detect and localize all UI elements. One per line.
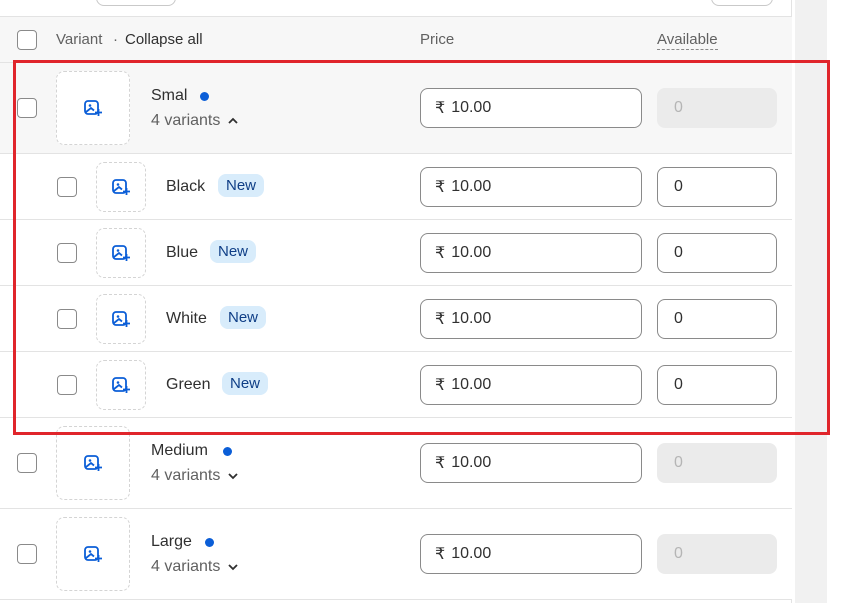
add-image-button[interactable]	[56, 426, 130, 500]
variant-child-row[interactable]: White New ₹ 10.00 0	[0, 286, 792, 352]
collapse-all-button[interactable]: Collapse all	[125, 31, 203, 48]
available-value: 0	[674, 310, 683, 327]
add-image-icon	[112, 179, 130, 195]
currency-symbol: ₹	[435, 100, 446, 117]
price-column-header: Price	[420, 31, 455, 48]
variants-card: Variant · Collapse all Price Available S…	[0, 0, 792, 603]
price-value: 10.00	[451, 454, 492, 471]
row-checkbox[interactable]	[57, 177, 77, 197]
add-image-icon	[84, 546, 102, 562]
status-dot	[223, 447, 232, 456]
add-image-icon	[112, 377, 130, 393]
add-image-button[interactable]	[96, 294, 146, 344]
new-badge: New	[222, 372, 269, 395]
price-value: 10.00	[451, 178, 492, 195]
select-all-checkbox[interactable]	[17, 30, 37, 50]
variants-count: 4 variants	[151, 467, 221, 484]
available-value: 0	[674, 178, 683, 195]
available-input-disabled: 0	[657, 534, 777, 574]
price-input[interactable]: ₹ 10.00	[420, 167, 642, 207]
toolbar-button-stub[interactable]	[96, 0, 176, 6]
add-image-button[interactable]	[96, 228, 146, 278]
variant-name: Blue	[166, 244, 199, 261]
scrollbar-track[interactable]	[795, 0, 827, 603]
add-image-button[interactable]	[56, 517, 130, 591]
variant-group-row[interactable]: Smal 4 variants ₹ 10.00 0	[0, 63, 792, 154]
price-input[interactable]: ₹ 10.00	[420, 365, 642, 405]
available-input[interactable]: 0	[657, 233, 777, 273]
available-value: 0	[674, 376, 683, 393]
currency-symbol: ₹	[435, 377, 446, 394]
variants-count: 4 variants	[151, 112, 221, 129]
variant-group-row[interactable]: Medium 4 variants ₹ 10.00 0	[0, 418, 792, 509]
available-input-disabled: 0	[657, 88, 777, 128]
price-input[interactable]: ₹ 10.00	[420, 299, 642, 339]
status-dot	[200, 92, 209, 101]
available-input[interactable]: 0	[657, 167, 777, 207]
row-checkbox[interactable]	[17, 544, 37, 564]
add-image-icon	[84, 455, 102, 471]
currency-symbol: ₹	[435, 245, 446, 262]
variant-name: White	[166, 310, 207, 327]
currency-symbol: ₹	[435, 311, 446, 328]
variant-name: Green	[166, 376, 211, 393]
available-column-header[interactable]: Available	[657, 31, 718, 50]
variants-toggle[interactable]: 4 variants	[151, 467, 240, 485]
status-dot	[205, 538, 214, 547]
available-value: 0	[674, 454, 683, 471]
new-badge: New	[218, 174, 265, 197]
add-image-icon	[112, 311, 130, 327]
currency-symbol: ₹	[435, 455, 446, 472]
price-input[interactable]: ₹ 10.00	[420, 443, 642, 483]
group-name: Smal	[151, 87, 188, 104]
available-value: 0	[674, 545, 683, 562]
add-image-icon	[84, 100, 102, 116]
row-checkbox[interactable]	[17, 98, 37, 118]
price-value: 10.00	[451, 244, 492, 261]
group-name: Large	[151, 533, 192, 550]
variants-toggle[interactable]: 4 variants	[151, 112, 240, 130]
row-checkbox[interactable]	[57, 375, 77, 395]
add-image-button[interactable]	[96, 162, 146, 212]
add-image-button[interactable]	[56, 71, 130, 145]
available-input-disabled: 0	[657, 443, 777, 483]
available-value: 0	[674, 244, 683, 261]
header-separator: ·	[113, 31, 118, 48]
row-checkbox[interactable]	[57, 243, 77, 263]
price-value: 10.00	[451, 310, 492, 327]
variant-name: Black	[166, 178, 206, 195]
row-checkbox[interactable]	[17, 453, 37, 473]
variant-child-row[interactable]: Blue New ₹ 10.00 0	[0, 220, 792, 286]
currency-symbol: ₹	[435, 179, 446, 196]
available-value: 0	[674, 99, 683, 116]
currency-symbol: ₹	[435, 546, 446, 563]
toolbar-button-stub-right[interactable]	[711, 0, 773, 6]
table-header: Variant · Collapse all Price Available	[0, 17, 792, 63]
available-input[interactable]: 0	[657, 299, 777, 339]
variants-toggle[interactable]: 4 variants	[151, 558, 240, 576]
chevron-up-icon	[228, 117, 239, 124]
variant-child-row[interactable]: Green New ₹ 10.00 0	[0, 352, 792, 418]
price-input[interactable]: ₹ 10.00	[420, 534, 642, 574]
variant-child-row[interactable]: Black New ₹ 10.00 0	[0, 154, 792, 220]
variant-column-header: Variant	[56, 31, 103, 48]
chevron-down-icon	[228, 564, 239, 571]
price-value: 10.00	[451, 376, 492, 393]
add-image-icon	[112, 245, 130, 261]
price-value: 10.00	[451, 545, 492, 562]
price-input[interactable]: ₹ 10.00	[420, 88, 642, 128]
group-name: Medium	[151, 442, 208, 459]
price-value: 10.00	[451, 99, 492, 116]
variants-count: 4 variants	[151, 558, 221, 575]
row-checkbox[interactable]	[57, 309, 77, 329]
variant-group-row[interactable]: Large 4 variants ₹ 10.00 0	[0, 509, 792, 600]
price-input[interactable]: ₹ 10.00	[420, 233, 642, 273]
chevron-down-icon	[228, 473, 239, 480]
available-input[interactable]: 0	[657, 365, 777, 405]
new-badge: New	[210, 240, 257, 263]
add-image-button[interactable]	[96, 360, 146, 410]
new-badge: New	[220, 306, 267, 329]
